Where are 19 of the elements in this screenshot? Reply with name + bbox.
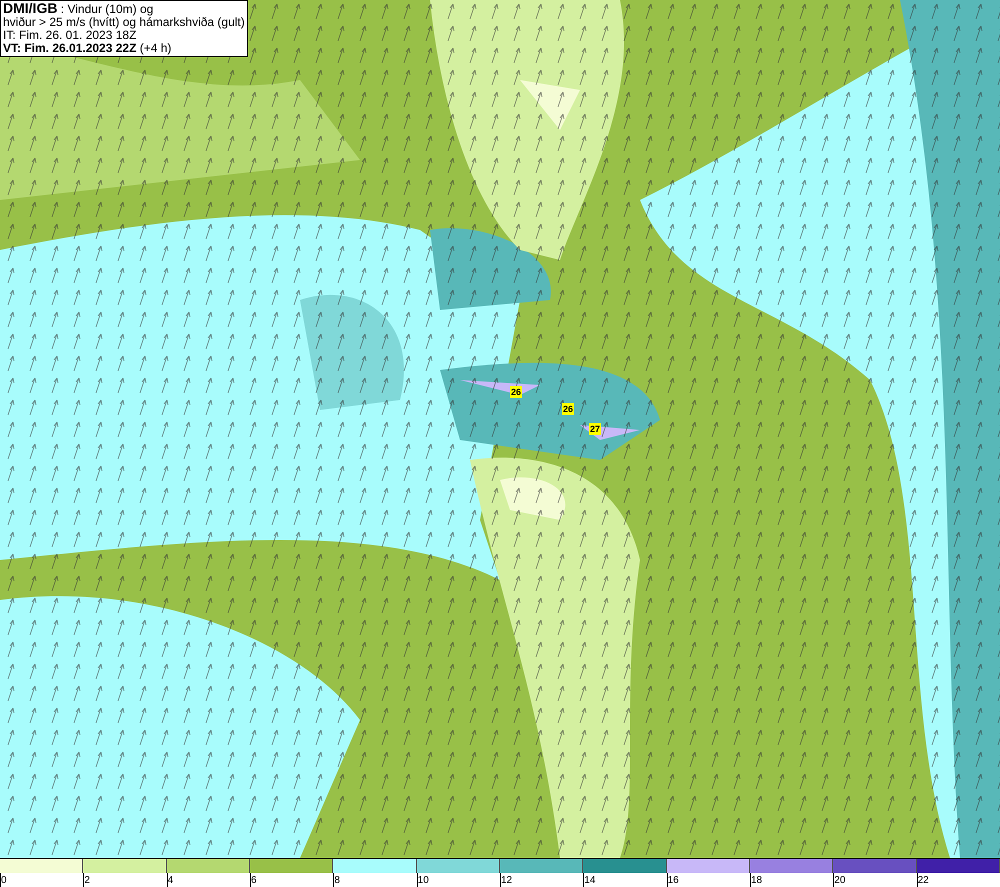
legend-label: 14 bbox=[584, 874, 596, 887]
map-subtitle: hviður > 25 m/s (hvítt) og hámarkshviða (gult) bbox=[3, 16, 245, 29]
legend-label: 6 bbox=[250, 874, 257, 887]
gust-label: 26 bbox=[510, 386, 522, 398]
legend-label: 0 bbox=[1, 874, 7, 887]
valid-time: VT: Fim. 26.01.2023 22Z (+4 h) bbox=[3, 42, 172, 55]
legend-label: 10 bbox=[418, 874, 429, 887]
legend-label: 22 bbox=[918, 874, 929, 887]
legend-label: 20 bbox=[834, 874, 846, 887]
gust-label: 27 bbox=[589, 423, 602, 435]
map-title: DMI/IGB : Vindur (10m) og bbox=[3, 2, 154, 16]
initial-time: IT: Fim. 26. 01. 2023 18Z bbox=[3, 29, 138, 42]
legend-label: 12 bbox=[500, 874, 512, 887]
legend-label: 8 bbox=[334, 874, 340, 887]
gust-label: 26 bbox=[562, 403, 574, 415]
legend-label: 2 bbox=[84, 874, 90, 887]
legend-label: 16 bbox=[668, 874, 679, 887]
legend-label: 18 bbox=[750, 874, 762, 887]
legend-label: 4 bbox=[168, 874, 174, 887]
